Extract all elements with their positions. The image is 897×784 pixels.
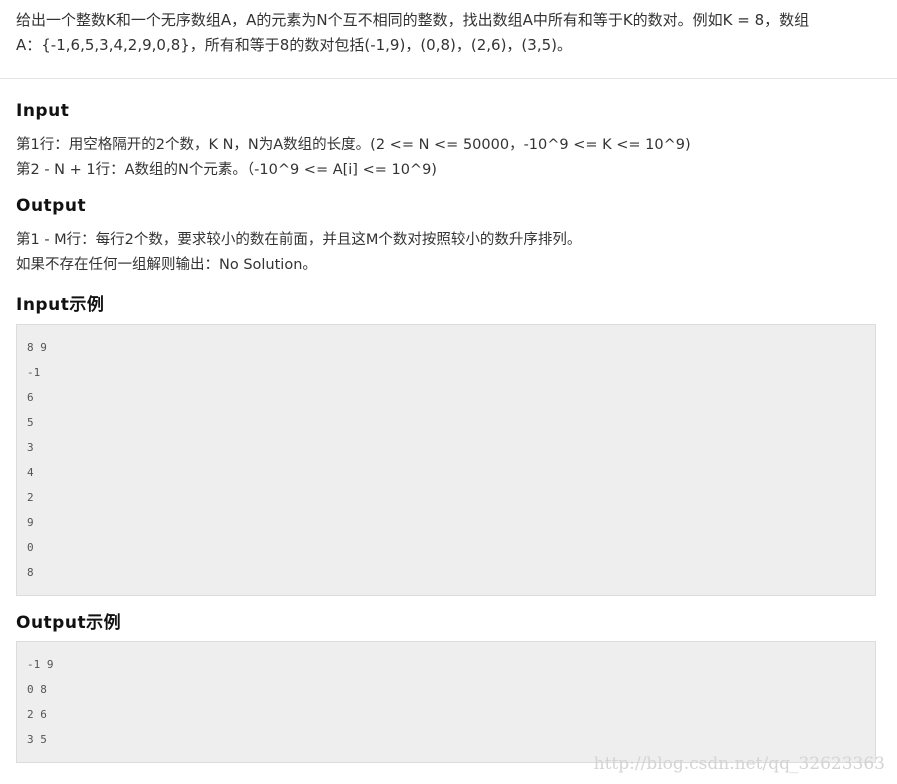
- code-line: 3 5: [27, 733, 47, 746]
- problem-description: 给出一个整数K和一个无序数组A，A的元素为N个互不相同的整数，找出数组A中所有和…: [16, 8, 886, 58]
- input-heading: Input: [16, 101, 70, 121]
- code-line: 9: [27, 516, 34, 529]
- code-line: -1 9: [27, 658, 54, 671]
- code-line: 0 8: [27, 683, 47, 696]
- input-line-1: 第1行：用空格隔开的2个数，K N，N为A数组的长度。(2 <= N <= 50…: [16, 137, 691, 153]
- description-line-2: A：{-1,6,5,3,4,2,9,0,8}，所有和等于8的数对包括(-1,9)…: [16, 36, 572, 54]
- output-heading: Output: [16, 196, 87, 216]
- input-line-2: 第2 - N + 1行：A数组的N个元素。（-10^9 <= A[i] <= 1…: [16, 162, 437, 178]
- input-example-codebox: 8 9 -1 6 5 3 4 2 9 0 8: [16, 324, 876, 596]
- code-line: 3: [27, 441, 34, 454]
- code-line: 2: [27, 491, 34, 504]
- input-example-heading: Input示例: [16, 295, 105, 315]
- section-divider: [0, 78, 897, 79]
- output-example-heading: Output示例: [16, 613, 122, 633]
- code-line: 6: [27, 391, 34, 404]
- code-line: -1: [27, 366, 41, 379]
- blog-watermark: http://blog.csdn.net/qq_32623363: [593, 754, 885, 774]
- output-line-2: 如果不存在任何一组解则输出：No Solution。: [16, 257, 317, 273]
- output-example-codebox: -1 9 0 8 2 6 3 5: [16, 641, 876, 763]
- code-line: 0: [27, 541, 34, 554]
- code-line: 4: [27, 466, 34, 479]
- code-line: 8: [27, 566, 34, 579]
- code-line: 5: [27, 416, 34, 429]
- description-line-1: 给出一个整数K和一个无序数组A，A的元素为N个互不相同的整数，找出数组A中所有和…: [16, 11, 810, 29]
- output-line-1: 第1 - M行：每行2个数，要求较小的数在前面，并且这M个数对按照较小的数升序排…: [16, 232, 582, 248]
- code-line: 8 9: [27, 341, 47, 354]
- code-line: 2 6: [27, 708, 47, 721]
